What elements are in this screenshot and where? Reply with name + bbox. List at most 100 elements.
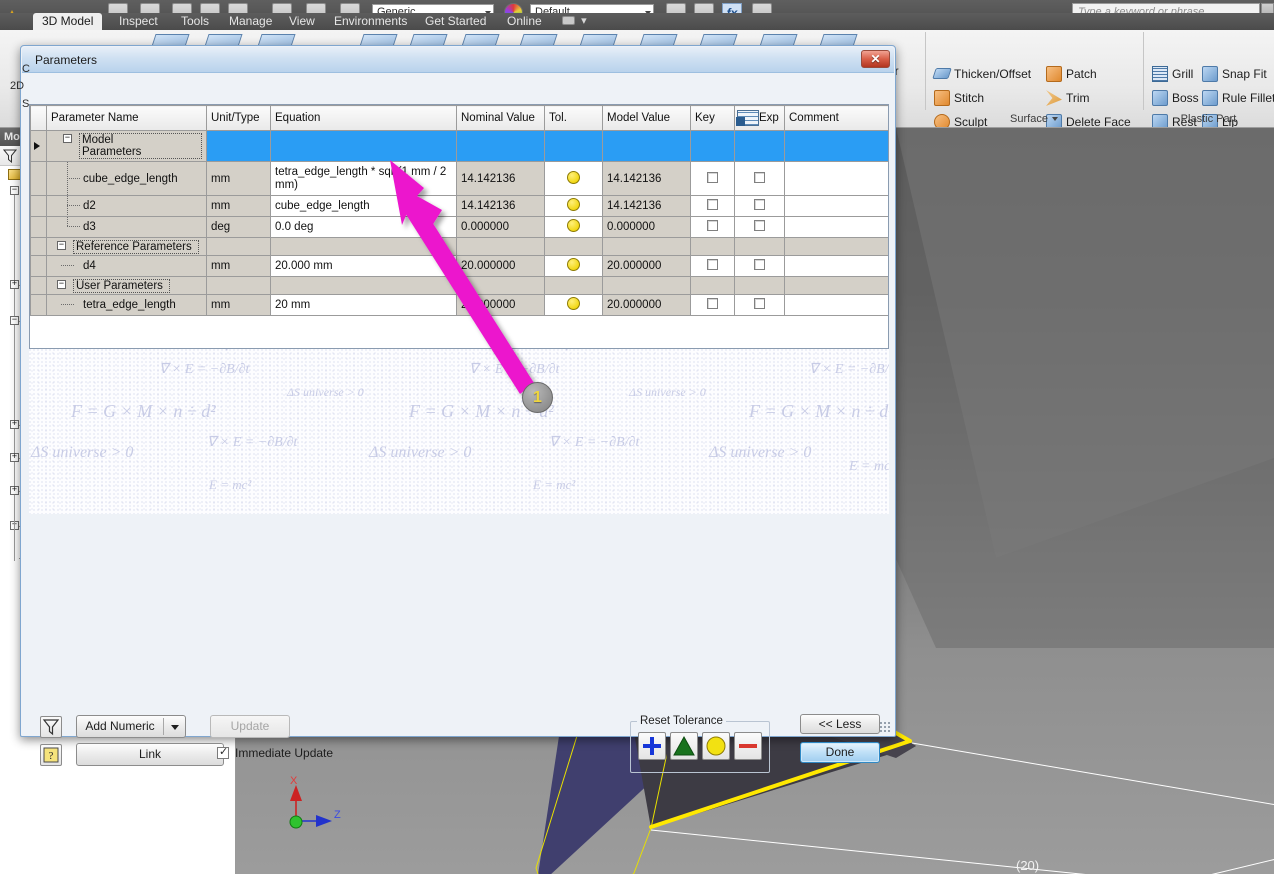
dimension-label[interactable]: (20) [1016, 858, 1039, 873]
tab-online[interactable]: Online [498, 13, 551, 30]
parameter-equation[interactable]: tetra_edge_length * sqrt(1 mm / 2 mm) [270, 161, 457, 196]
ribbon-item-snap-fit[interactable]: Snap Fit [1200, 63, 1267, 85]
group-collapse-toggle[interactable]: − [63, 134, 72, 143]
help-button[interactable]: ? [40, 744, 62, 766]
ribbon-overflow-button[interactable]: ▾ [562, 14, 587, 29]
parameter-equation[interactable]: 20.000 mm [270, 255, 457, 277]
reset-tolerance-minus-button[interactable] [734, 732, 762, 760]
parameter-equation[interactable]: cube_edge_length [270, 195, 457, 217]
export-checkbox[interactable] [754, 259, 765, 270]
parameter-key[interactable] [690, 294, 735, 316]
parameter-tolerance[interactable] [544, 216, 603, 238]
parameter-export[interactable] [734, 161, 785, 196]
tree-expand-toggle[interactable]: + [10, 280, 19, 289]
tree-expand-toggle[interactable]: + [10, 486, 19, 495]
immediate-update-checkbox[interactable] [217, 745, 229, 759]
ribbon-item-grill[interactable]: Grill [1150, 63, 1193, 85]
column-comment[interactable]: Comment [784, 105, 888, 131]
dialog-titlebar[interactable]: Parameters [22, 47, 894, 73]
reset-tolerance-plus-button[interactable] [638, 732, 666, 760]
tab-get-started[interactable]: Get Started [416, 13, 495, 30]
export-checkbox[interactable] [754, 199, 765, 210]
add-numeric-button[interactable]: Add Numeric [76, 715, 186, 738]
column-key[interactable]: Key [690, 105, 735, 131]
parameter-comment[interactable] [784, 161, 888, 196]
column-tolerance[interactable]: Tol. [544, 105, 603, 131]
tree-collapse-toggle[interactable]: − [10, 186, 19, 195]
table-row[interactable]: d4 mm 20.000 mm 20.000000 20.000000 [30, 255, 888, 277]
column-model-value[interactable]: Model Value [602, 105, 691, 131]
tree-expand-toggle[interactable]: + [10, 420, 19, 429]
link-button[interactable]: Link [76, 743, 224, 766]
table-row[interactable]: cube_edge_length mm tetra_edge_length * … [30, 161, 888, 196]
tab-view[interactable]: View [280, 13, 324, 30]
table-row[interactable]: d2 mm cube_edge_length 14.142136 14.1421… [30, 195, 888, 217]
export-checkbox[interactable] [754, 171, 765, 183]
parameter-export[interactable] [734, 255, 785, 277]
parameter-unit[interactable]: mm [206, 195, 271, 217]
key-checkbox[interactable] [707, 298, 718, 309]
tab-manage[interactable]: Manage [220, 13, 281, 30]
parameter-tolerance[interactable] [544, 161, 603, 196]
parameter-comment[interactable] [784, 216, 888, 238]
parameter-tolerance[interactable] [544, 255, 603, 277]
tab-3d-model[interactable]: 3D Model [33, 13, 103, 30]
ribbon-item-trim[interactable]: Trim [1044, 87, 1090, 109]
immediate-update-label[interactable]: Immediate Update [235, 746, 333, 760]
key-checkbox[interactable] [707, 171, 718, 183]
export-checkbox[interactable] [754, 220, 765, 231]
update-button[interactable]: Update [210, 715, 290, 738]
parameter-comment[interactable] [784, 294, 888, 316]
column-nominal-value[interactable]: Nominal Value [456, 105, 545, 131]
parameter-unit[interactable]: deg [206, 216, 271, 238]
close-icon[interactable]: ✕ [861, 50, 890, 68]
group-collapse-toggle[interactable]: − [57, 241, 66, 250]
column-export[interactable]: Exp [734, 105, 785, 131]
tab-environments[interactable]: Environments [325, 13, 416, 30]
tree-collapse-toggle[interactable]: − [10, 316, 19, 325]
table-row[interactable]: d3 deg 0.0 deg 0.000000 0.000000 [30, 216, 888, 238]
parameter-tolerance[interactable] [544, 195, 603, 217]
panel-label-surface[interactable]: Surface [925, 112, 1143, 126]
parameter-export[interactable] [734, 195, 785, 217]
key-checkbox[interactable] [707, 220, 718, 231]
table-row[interactable]: − Model Parameters [30, 130, 888, 162]
parameter-key[interactable] [690, 216, 735, 238]
column-unit-type[interactable]: Unit/Type [206, 105, 271, 131]
panel-label-plastic-part[interactable]: Plastic Part [1143, 112, 1274, 126]
parameter-key[interactable] [690, 195, 735, 217]
column-equation[interactable]: Equation [270, 105, 457, 131]
parameter-comment[interactable] [784, 195, 888, 217]
tree-expand-toggle[interactable]: + [10, 453, 19, 462]
ribbon-item-boss[interactable]: Boss [1150, 87, 1199, 109]
parameters-dialog[interactable]: Parameters ✕ E = mc² P + ρ × ½v² = C E =… [20, 45, 896, 773]
ribbon-item-stitch[interactable]: Stitch [932, 87, 984, 109]
reset-tolerance-circle-button[interactable] [702, 732, 730, 760]
parameter-unit[interactable]: mm [206, 294, 271, 316]
parameters-table-container[interactable]: Parameter Name Unit/Type Equation Nomina… [29, 104, 889, 349]
ribbon-item-thicken-offset[interactable]: Thicken/Offset [932, 63, 1031, 85]
reset-tolerance-triangle-button[interactable] [670, 732, 698, 760]
done-button[interactable]: Done [800, 742, 880, 763]
ribbon-item-rule-fillet[interactable]: Rule Fillet [1200, 87, 1274, 109]
table-row[interactable]: − Reference Parameters [30, 237, 888, 256]
export-checkbox[interactable] [754, 298, 765, 309]
filter-button[interactable] [40, 716, 62, 738]
filter-funnel-icon[interactable] [3, 149, 17, 163]
parameter-unit[interactable]: mm [206, 255, 271, 277]
ribbon-item-patch[interactable]: Patch [1044, 63, 1097, 85]
parameter-equation[interactable]: 20 mm [270, 294, 457, 316]
tab-inspect[interactable]: Inspect [110, 13, 167, 30]
less-button[interactable]: << Less [800, 714, 880, 734]
dialog-resize-grip[interactable] [879, 721, 891, 733]
parameter-comment[interactable] [784, 255, 888, 277]
key-checkbox[interactable] [707, 259, 718, 270]
parameter-key[interactable] [690, 255, 735, 277]
key-checkbox[interactable] [707, 199, 718, 210]
parameter-key[interactable] [690, 161, 735, 196]
group-collapse-toggle[interactable]: − [57, 280, 66, 289]
parameter-unit[interactable]: mm [206, 161, 271, 196]
parameter-tolerance[interactable] [544, 294, 603, 316]
tab-tools[interactable]: Tools [172, 13, 218, 30]
parameter-export[interactable] [734, 294, 785, 316]
